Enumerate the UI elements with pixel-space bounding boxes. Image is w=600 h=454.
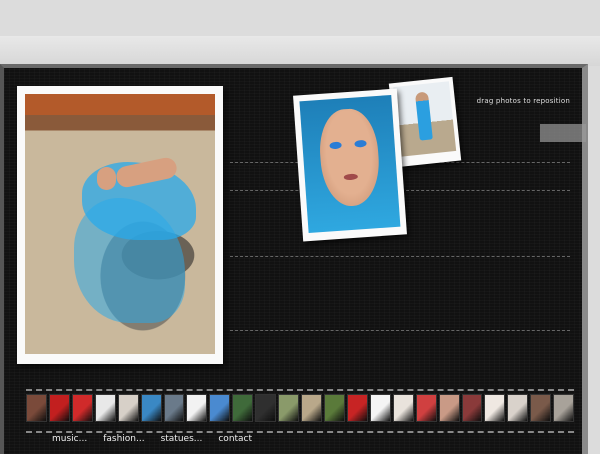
filmstrip-thumb-22[interactable] xyxy=(507,394,529,422)
scroll-tab xyxy=(540,124,586,142)
filmstrip-thumb-3[interactable] xyxy=(71,394,93,422)
filmstrip-thumb-20[interactable] xyxy=(461,394,483,422)
portrait-photo xyxy=(299,94,401,234)
filmstrip-thumb-4[interactable] xyxy=(94,394,116,422)
nav-link-contact[interactable]: contact xyxy=(218,434,252,444)
filmstrip-thumb-23[interactable] xyxy=(530,394,552,422)
filmstrip-thumb-9[interactable] xyxy=(209,394,231,422)
filmstrip-thumb-24[interactable] xyxy=(553,394,575,422)
filmstrip-thumb-17[interactable] xyxy=(392,394,414,422)
filmstrip-thumb-2[interactable] xyxy=(48,394,70,422)
nav-link-fashion[interactable]: fashion... xyxy=(103,434,144,444)
standing-photo xyxy=(393,81,457,157)
filmstrip-thumb-5[interactable] xyxy=(117,394,139,422)
header-band xyxy=(0,36,600,66)
filmstrip-thumb-18[interactable] xyxy=(415,394,437,422)
bottom-nav: music... fashion... statues... contact xyxy=(52,434,252,444)
divider xyxy=(230,256,570,257)
photo-card-beach[interactable] xyxy=(17,86,223,364)
divider xyxy=(230,330,570,331)
filmstrip-thumb-11[interactable] xyxy=(255,394,277,422)
thumbnail-filmstrip xyxy=(26,389,575,433)
filmstrip-thumb-8[interactable] xyxy=(186,394,208,422)
filmstrip-thumb-15[interactable] xyxy=(346,394,368,422)
filmstrip-thumb-7[interactable] xyxy=(163,394,185,422)
filmstrip-thumb-21[interactable] xyxy=(484,394,506,422)
filmstrip-thumb-1[interactable] xyxy=(26,394,47,422)
nav-link-statues[interactable]: statues... xyxy=(161,434,203,444)
filmstrip-thumb-13[interactable] xyxy=(301,394,322,422)
filmstrip-thumb-16[interactable] xyxy=(369,394,391,422)
filmstrip-thumb-6[interactable] xyxy=(140,394,162,422)
beach-photo xyxy=(25,94,215,354)
drag-hint: drag photos to reposition xyxy=(476,97,570,105)
photo-card-portrait[interactable] xyxy=(293,88,407,242)
filmstrip-thumb-19[interactable] xyxy=(438,394,460,422)
filmstrip-thumb-14[interactable] xyxy=(323,394,345,422)
filmstrip-thumb-10[interactable] xyxy=(232,394,254,422)
nav-link-music[interactable]: music... xyxy=(52,434,87,444)
filmstrip-thumb-12[interactable] xyxy=(278,394,300,422)
